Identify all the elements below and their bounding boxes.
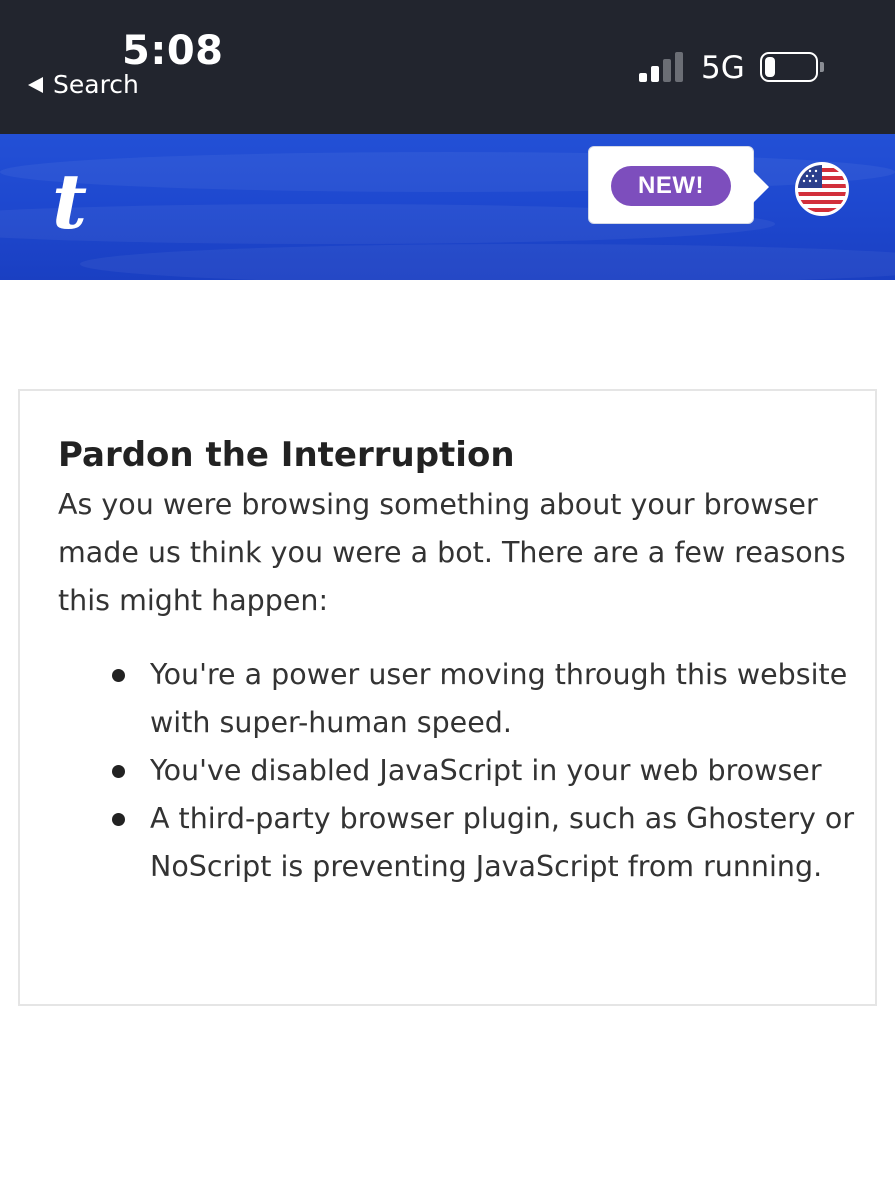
bullet: [112, 765, 125, 778]
reason-text: You've disabled JavaScript in your web b…: [150, 754, 822, 787]
battery-level-fill: [765, 57, 775, 77]
site-logo[interactable]: t: [52, 164, 87, 240]
status-bar: 5:08 Search 5G: [0, 0, 895, 134]
list-item: You're a power user moving through this …: [58, 651, 858, 747]
card-title: Pardon the Interruption: [58, 435, 515, 475]
reasons-list: You're a power user moving through this …: [58, 651, 858, 891]
header-wave-decoration: [80, 244, 895, 280]
bot-check-card: Pardon the Interruption As you were brow…: [18, 389, 877, 1006]
status-time: 5:08: [122, 28, 224, 74]
battery-icon: [760, 52, 818, 82]
reason-text: You're a power user moving through this …: [150, 658, 848, 739]
new-feature-tooltip[interactable]: NEW!: [588, 146, 769, 224]
back-to-search-link[interactable]: Search: [28, 70, 139, 99]
bullet: [112, 813, 125, 826]
list-item: A third-party browser plugin, such as Gh…: [58, 795, 858, 891]
back-link-label: Search: [53, 70, 139, 99]
network-type: 5G: [701, 50, 745, 86]
signal-bar: [639, 73, 647, 82]
signal-bar: [675, 52, 683, 82]
site-header: t NEW!: [0, 134, 895, 280]
cellular-signal-icon: [639, 52, 687, 82]
us-flag-icon: [798, 165, 846, 213]
signal-bar: [663, 59, 671, 82]
new-badge[interactable]: NEW!: [611, 166, 731, 206]
us-flag-icon[interactable]: [795, 162, 849, 216]
card-body-text: As you were browsing something about you…: [58, 488, 846, 617]
signal-bar: [651, 66, 659, 82]
bullet: [112, 669, 125, 682]
reason-text: A third-party browser plugin, such as Gh…: [150, 802, 855, 883]
back-arrow-icon: [28, 76, 43, 93]
battery-cap: [820, 62, 824, 72]
list-item: You've disabled JavaScript in your web b…: [58, 747, 858, 795]
